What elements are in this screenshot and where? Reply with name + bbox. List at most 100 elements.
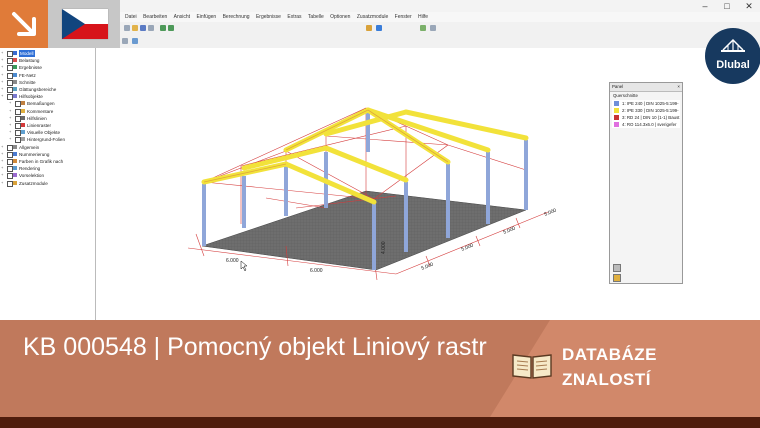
expand-icon[interactable]: +	[9, 115, 13, 120]
expand-icon[interactable]: +	[9, 108, 13, 113]
expand-icon[interactable]: +	[1, 51, 5, 55]
expand-icon[interactable]: +	[1, 65, 5, 69]
menu-item-optionen[interactable]: Optionen	[330, 14, 350, 20]
expand-icon[interactable]: +	[9, 137, 13, 141]
kb-label-line1: DATABÁZE	[562, 345, 657, 364]
cross-section-legend-item[interactable]: 1: IPE 240 | DIN 1025-5:199-	[612, 100, 680, 107]
panel-window[interactable]: Panel × Querschnitte 1: IPE 240 | DIN 10…	[609, 82, 683, 284]
color-swatch	[614, 115, 619, 120]
expand-icon[interactable]: +	[1, 72, 5, 77]
navigator-item-label: Belastung	[19, 58, 40, 64]
open-book-icon	[512, 354, 552, 379]
new-file-icon[interactable]	[124, 25, 130, 31]
expand-icon[interactable]: +	[9, 130, 13, 134]
expand-icon[interactable]: +	[1, 180, 5, 185]
menu-item-bearbeiten[interactable]: Bearbeiten	[143, 14, 167, 20]
save-icon[interactable]	[140, 25, 146, 31]
arrow-down-right-icon	[12, 12, 36, 36]
close-button[interactable]: ✕	[738, 0, 760, 12]
dimension-label: 5.000	[544, 208, 558, 218]
rafters[interactable]	[201, 107, 529, 205]
navigator-item-icon	[21, 101, 25, 106]
panel-filter-button[interactable]	[613, 264, 621, 272]
kb-label-line2: ZNALOSTÍ	[562, 370, 651, 389]
color-swatch	[614, 122, 619, 127]
expand-icon[interactable]: +	[9, 123, 13, 127]
cross-section-legend-item[interactable]: 4: RO 114.3x6.0 | sverigefer	[612, 121, 680, 128]
navigator-item-icon	[13, 87, 17, 91]
minimize-button[interactable]: –	[694, 0, 716, 12]
navigator-item-label: Farben in Grafik nach	[19, 159, 64, 164]
navigator-item-icon	[21, 108, 25, 113]
floor-slab[interactable]	[201, 190, 527, 271]
navigator-item-label: Allgemein	[19, 144, 40, 150]
filter-icon[interactable]	[132, 38, 138, 44]
dimension-label: 6.000	[310, 268, 323, 274]
menu-item-tabelle[interactable]: Tabelle	[308, 14, 324, 20]
navigator-item-icon	[21, 130, 25, 135]
print-icon[interactable]	[148, 25, 154, 31]
navigator-item-label: Zusatzmodule	[19, 180, 48, 186]
dlubal-logo: Dlubal	[705, 28, 760, 84]
expand-icon[interactable]: +	[1, 144, 5, 149]
navigator-item-icon	[13, 144, 17, 149]
navigator-item-label: Hilfsobjekte	[19, 94, 43, 100]
list-icon[interactable]	[122, 38, 128, 44]
maximize-button[interactable]: □	[716, 0, 738, 12]
project-navigator: + Modell + Belastung + Ergebnisse + FE-Netz + Sch…	[0, 48, 96, 320]
navigator-item-label: Glättungsbereiche	[19, 87, 57, 92]
navigator-item-label: Kommentare	[27, 108, 54, 114]
navigator-item-label: Rendering	[19, 166, 41, 172]
navigator-item-label: Vorselektion	[19, 173, 45, 179]
expand-icon[interactable]: +	[1, 87, 5, 91]
bridge-icon	[721, 38, 745, 52]
cross-section-label: 4: RO 114.3x6.0 | sverigefer	[622, 122, 677, 127]
calculate-icon[interactable]	[366, 25, 372, 31]
menu-item-fenster[interactable]: Fenster	[395, 14, 412, 20]
cross-section-legend-item[interactable]: 2: IPE 330 | DIN 1025-5:199-	[612, 107, 680, 114]
menu-item-ergebnisse[interactable]: Ergebnisse	[256, 14, 281, 20]
expand-icon[interactable]: +	[1, 173, 5, 177]
czech-flag-icon	[62, 9, 108, 39]
expand-icon[interactable]: +	[1, 94, 5, 98]
menu-item-einfuegen[interactable]: Einfügen	[196, 14, 216, 20]
navigator-item-label: Visuelle Objekte	[27, 130, 61, 136]
expand-icon[interactable]: +	[9, 101, 13, 105]
results-icon[interactable]	[376, 25, 382, 31]
menu-item-zusatzmodule[interactable]: Zusatzmodule	[357, 14, 388, 20]
panel-settings-button[interactable]	[613, 274, 621, 282]
redo-icon[interactable]	[168, 25, 174, 31]
expand-icon[interactable]: +	[1, 58, 5, 62]
menu-item-hilfe[interactable]: Hilfe	[418, 14, 428, 20]
navigator-item-label: Hintergrund-Folien	[27, 137, 66, 143]
expand-icon[interactable]: +	[1, 151, 5, 156]
expand-icon[interactable]: +	[1, 159, 5, 163]
menu-item-ansicht[interactable]: Ansicht	[174, 14, 190, 20]
navigator-item-label: Hilfslinien	[27, 115, 47, 121]
navigator-item-icon	[13, 79, 17, 84]
expand-icon[interactable]: +	[1, 79, 5, 84]
navigator-item-icon	[13, 166, 17, 171]
open-file-icon[interactable]	[132, 25, 138, 31]
banner-bottom-strip	[0, 417, 760, 428]
menu-item-berechnung[interactable]: Berechnung	[223, 14, 250, 20]
view-icon[interactable]	[420, 25, 426, 31]
navigator-item-icon	[21, 115, 25, 120]
panel-title: Panel	[612, 84, 624, 89]
cross-section-legend-item[interactable]: 3: RD 24 | DIN 10 (1-1) Baust	[612, 114, 680, 121]
menu-item-extras[interactable]: Extras	[287, 14, 301, 20]
rfem-window: – □ ✕ Datei Bearbeiten Ansicht Einfügen …	[0, 0, 760, 320]
menu-item-datei[interactable]: Datei	[125, 14, 137, 20]
undo-icon[interactable]	[160, 25, 166, 31]
navigator-item-label: Schnitte	[19, 79, 36, 85]
kb-label: DATABÁZE ZNALOSTÍ	[562, 342, 742, 392]
navigator-item-icon	[13, 173, 17, 178]
expand-icon[interactable]: +	[1, 166, 5, 170]
panel-section-title: Querschnitte	[613, 93, 638, 98]
language-badge	[0, 0, 120, 48]
color-swatch	[614, 101, 619, 106]
panel-close-button[interactable]: ×	[677, 83, 680, 91]
kb-title: KB 000548 | Pomocný objekt Liniový rastr	[23, 333, 487, 361]
zoom-icon[interactable]	[430, 25, 436, 31]
navigator-item-icon	[13, 151, 17, 156]
